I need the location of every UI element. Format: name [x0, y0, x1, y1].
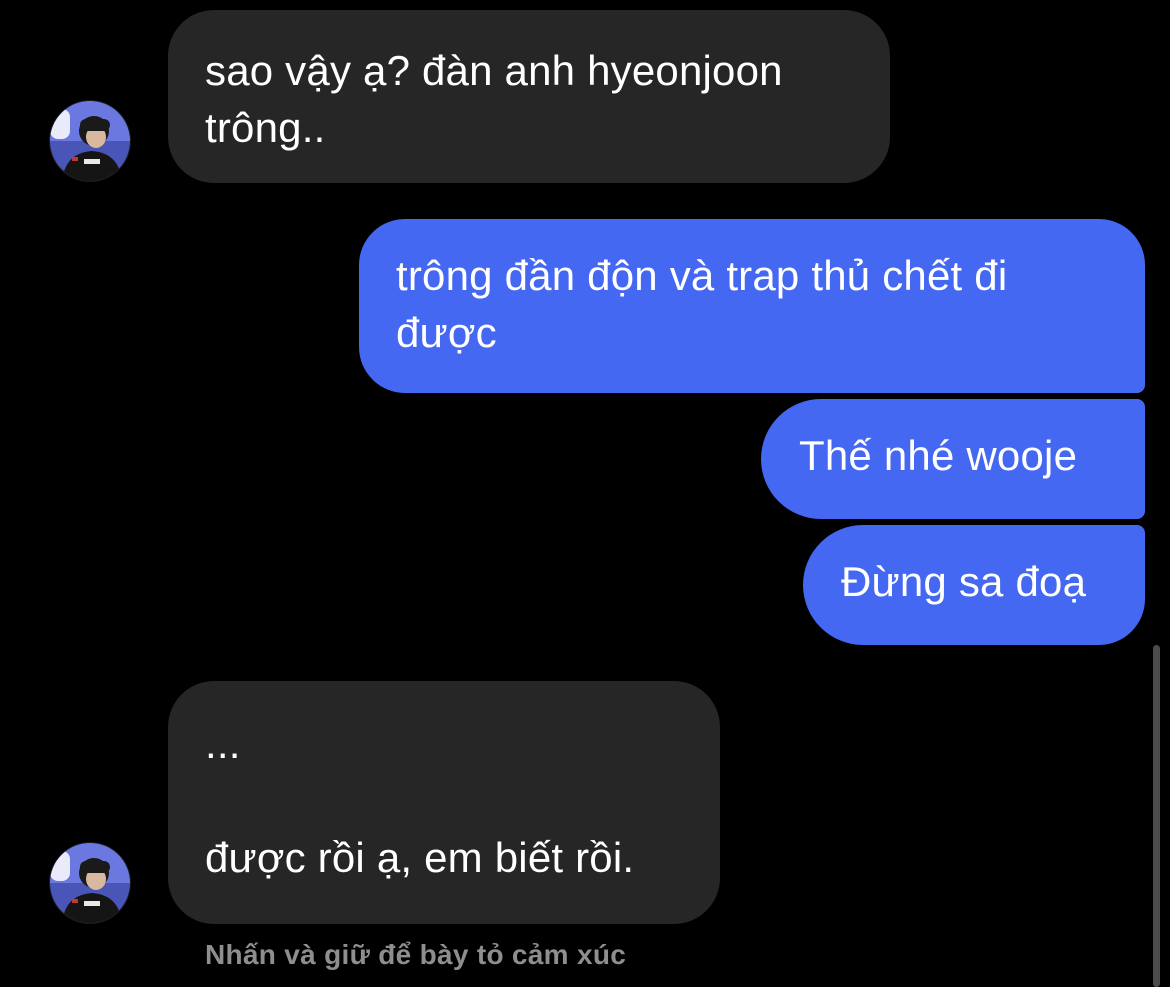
contact-avatar[interactable] — [49, 100, 131, 182]
reaction-hint: Nhấn và giữ để bày tỏ cảm xúc — [205, 939, 627, 970]
message-bubble-incoming[interactable]: sao vậy ạ? đàn anh hyeonjoon trông.. — [168, 10, 890, 183]
scrollbar[interactable] — [1153, 645, 1160, 987]
message-bubble-outgoing[interactable]: Đừng sa đoạ — [803, 525, 1145, 645]
contact-avatar-photo-icon — [50, 843, 130, 923]
contact-avatar-photo-icon — [50, 101, 130, 181]
message-bubble-incoming[interactable]: ... được rồi ạ, em biết rồi. — [168, 681, 720, 924]
contact-avatar[interactable] — [49, 842, 131, 924]
message-bubble-outgoing[interactable]: trông đần độn và trap thủ chết đi được — [359, 219, 1145, 393]
message-bubble-outgoing[interactable]: Thế nhé wooje — [761, 399, 1145, 519]
